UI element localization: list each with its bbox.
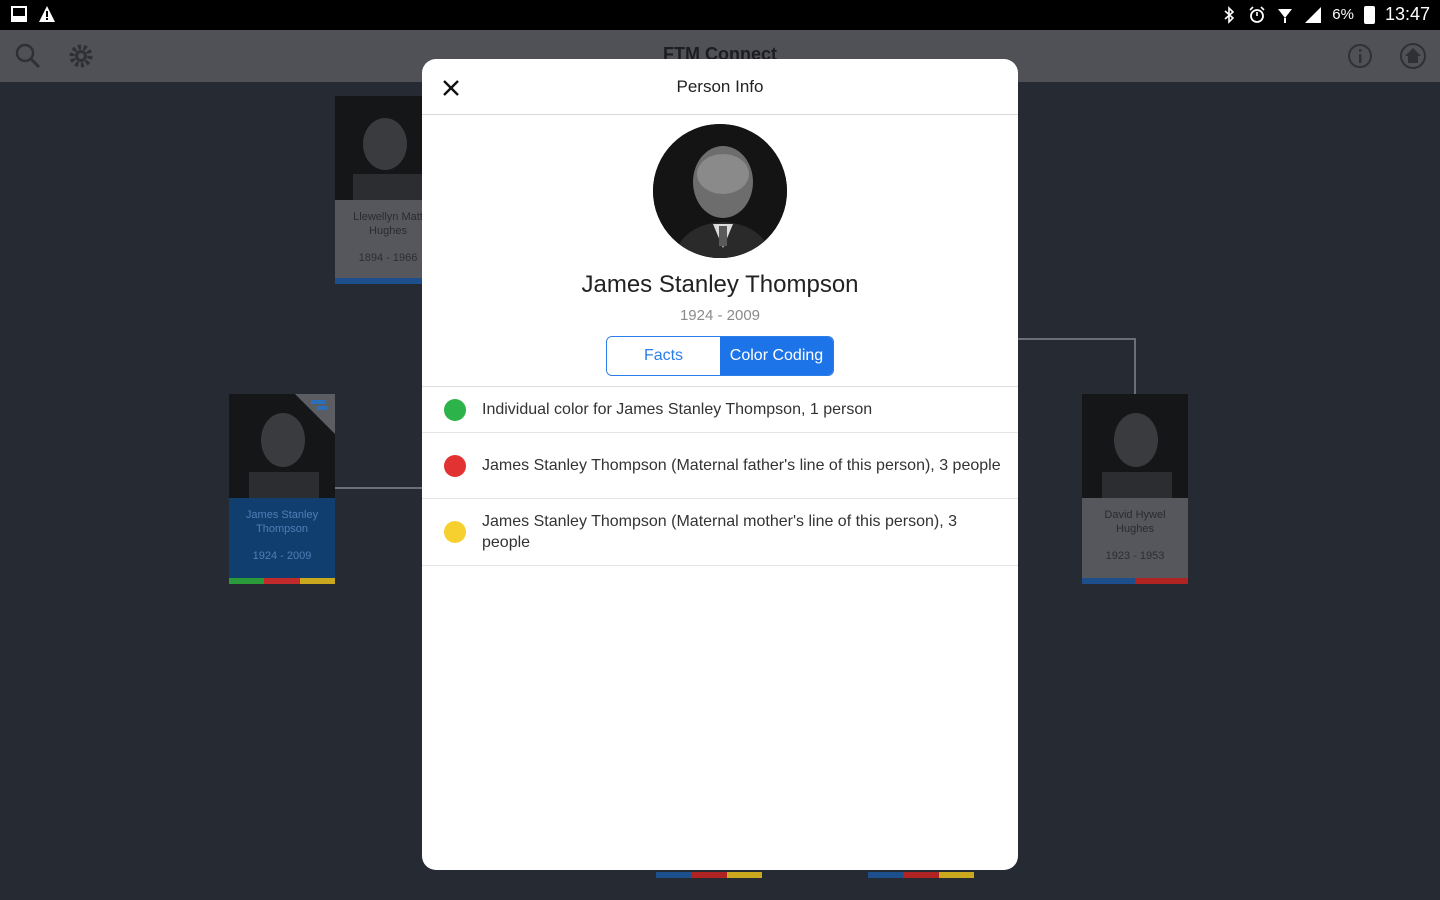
- list-item-text: James Stanley Thompson (Maternal mother'…: [482, 513, 957, 551]
- person-card-dates: 1923 - 1953: [1105, 550, 1165, 562]
- color-bar: [1082, 578, 1188, 584]
- home-icon[interactable]: [1399, 42, 1427, 70]
- person-card-name: David Hywel Hughes: [1104, 509, 1166, 535]
- dialog-header: Person Info: [422, 59, 1018, 115]
- color-dot: [444, 521, 466, 543]
- warning-icon: [39, 6, 55, 22]
- person-card[interactable]: David Hywel Hughes 1923 - 1953: [1082, 394, 1188, 584]
- list-item-text: James Stanley Thompson (Maternal father'…: [482, 457, 1001, 474]
- bluetooth-icon: [1224, 5, 1235, 24]
- person-card-selected[interactable]: James Stanley Thompson 1924 - 2009: [229, 394, 335, 584]
- person-dates: 1924 - 2009: [679, 307, 761, 324]
- person-info-dialog: Person Info James Stanley Thompson 1924 …: [422, 59, 1018, 870]
- offscreen-card-bar: [868, 872, 974, 878]
- alarm-icon: [1249, 5, 1265, 23]
- connector-line: [335, 487, 425, 489]
- list-item[interactable]: Individual color for James Stanley Thomp…: [422, 387, 1018, 433]
- person-card-dates: 1924 - 2009: [252, 550, 312, 562]
- avatar: [653, 124, 787, 258]
- color-coding-list: Individual color for James Stanley Thomp…: [422, 386, 1018, 566]
- person-card-name: James Stanley Thompson: [245, 509, 319, 535]
- status-bar: 6% 13:47: [0, 0, 1440, 30]
- color-dot: [444, 454, 466, 477]
- dialog-title: Person Info: [676, 77, 764, 96]
- battery-icon: [1363, 5, 1375, 24]
- tab-color-coding[interactable]: Color Coding: [720, 337, 833, 375]
- list-item-text: Individual color for James Stanley Thomp…: [482, 401, 873, 418]
- offscreen-card-bar: [656, 872, 762, 878]
- wifi-icon: [1278, 8, 1293, 23]
- tab-facts[interactable]: Facts: [607, 337, 720, 375]
- person-photo: [1082, 394, 1188, 498]
- battery-text: 6%: [1332, 6, 1354, 23]
- person-name: James Stanley Thompson: [581, 271, 859, 298]
- info-icon[interactable]: [1346, 42, 1374, 70]
- list-item[interactable]: James Stanley Thompson (Maternal father'…: [422, 433, 1018, 499]
- connector-line: [1134, 338, 1136, 394]
- gallery-icon: [11, 6, 27, 22]
- color-bar: [229, 578, 335, 584]
- connector-line: [1018, 338, 1136, 340]
- person-photo: [229, 394, 335, 498]
- view-toggle: Facts Color Coding: [606, 336, 834, 376]
- clock: 13:47: [1384, 4, 1430, 24]
- color-dot: [444, 398, 466, 421]
- list-item[interactable]: James Stanley Thompson (Maternal mother'…: [422, 499, 1018, 566]
- signal-icon: [1305, 6, 1322, 23]
